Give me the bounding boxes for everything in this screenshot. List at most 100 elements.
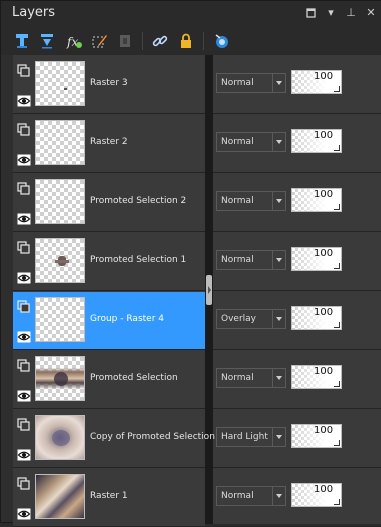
- layer-thumbnail: [35, 238, 85, 283]
- layer-name: Group - Raster 4: [90, 314, 164, 324]
- layers-panel: Layers ▾ ⊥ ✕ fx Raster 3 Normal 100 Rast…: [0, 0, 381, 527]
- visibility-eye-icon[interactable]: [17, 387, 31, 402]
- layer-row[interactable]: Promoted Selection 1: [13, 233, 205, 291]
- chevron-down-icon[interactable]: [272, 192, 285, 210]
- layer-name: Promoted Selection 1: [90, 255, 187, 265]
- opacity-resize-handle[interactable]: [334, 145, 340, 151]
- window-controls: ▾ ⊥ ✕: [304, 6, 378, 20]
- layer-lock-icon[interactable]: [17, 476, 31, 490]
- chevron-down-icon[interactable]: [272, 133, 285, 151]
- visibility-eye-icon[interactable]: [17, 505, 31, 520]
- chevron-down-icon[interactable]: [272, 310, 285, 328]
- chevron-down-icon[interactable]: [272, 428, 285, 446]
- layer-thumbnail: [35, 120, 85, 165]
- layer-row[interactable]: Copy of Promoted Selection: [13, 410, 215, 468]
- visibility-eye-icon[interactable]: [17, 92, 31, 107]
- layer-properties-row: Normal 100: [213, 115, 381, 173]
- layer-row[interactable]: Promoted Selection: [13, 351, 205, 409]
- visibility-eye-icon[interactable]: [17, 151, 31, 166]
- opacity-resize-handle[interactable]: [334, 322, 340, 328]
- link-layers-icon[interactable]: [149, 30, 171, 52]
- layer-row[interactable]: Raster 1: [13, 469, 205, 527]
- panel-title: Layers: [12, 5, 56, 20]
- layer-lock-icon[interactable]: [17, 181, 31, 195]
- opacity-resize-handle[interactable]: [334, 86, 340, 92]
- blend-mode-select[interactable]: Overlay: [216, 309, 286, 329]
- opacity-field[interactable]: 100: [291, 129, 342, 153]
- chevron-down-icon[interactable]: [272, 74, 285, 92]
- layer-row[interactable]: Group - Raster 4: [13, 292, 205, 350]
- layer-lock-icon[interactable]: [17, 417, 31, 431]
- mask-icon[interactable]: [210, 30, 232, 52]
- blend-mode-value: Normal: [221, 255, 254, 265]
- blend-mode-select[interactable]: Normal: [216, 250, 286, 270]
- close-icon[interactable]: ✕: [364, 6, 378, 20]
- new-vector-layer-icon[interactable]: [36, 30, 58, 52]
- opacity-resize-handle[interactable]: [334, 204, 340, 210]
- blend-mode-select[interactable]: Normal: [216, 368, 286, 388]
- layer-thumbnail: [35, 61, 85, 106]
- chevron-down-icon[interactable]: [272, 369, 285, 387]
- visibility-eye-icon[interactable]: [17, 269, 31, 284]
- pin-icon[interactable]: ⊥: [344, 6, 358, 20]
- layer-properties-row: Overlay 100: [213, 292, 381, 350]
- opacity-resize-handle[interactable]: [334, 381, 340, 387]
- layer-thumbnail: [35, 415, 85, 460]
- layer-properties-row: Normal 100: [213, 174, 381, 232]
- chevron-down-icon[interactable]: [272, 251, 285, 269]
- layer-properties-row: Hard Light 100: [213, 410, 381, 468]
- opacity-field[interactable]: 100: [291, 70, 342, 94]
- chevron-down-icon[interactable]: [272, 487, 285, 505]
- opacity-field[interactable]: 100: [291, 247, 342, 271]
- splitter-grip[interactable]: [206, 275, 212, 305]
- blend-mode-value: Normal: [221, 491, 254, 501]
- opacity-resize-handle[interactable]: [334, 499, 340, 505]
- opacity-field[interactable]: 100: [291, 188, 342, 212]
- layer-thumbnail: [35, 474, 85, 519]
- opacity-field[interactable]: 100: [291, 483, 342, 507]
- layer-thumbnail: [35, 179, 85, 224]
- layer-lock-icon[interactable]: [17, 358, 31, 372]
- blend-mode-select[interactable]: Normal: [216, 73, 286, 93]
- layer-properties-row: Normal 100: [213, 56, 381, 114]
- blend-mode-value: Normal: [221, 137, 254, 147]
- visibility-eye-icon[interactable]: [17, 210, 31, 225]
- opacity-value: 100: [314, 71, 334, 82]
- layers-toolbar: fx: [1, 27, 381, 55]
- layer-name: Raster 2: [90, 137, 128, 147]
- visibility-eye-icon[interactable]: [17, 446, 31, 461]
- blend-mode-select[interactable]: Hard Light: [216, 427, 286, 447]
- layer-lock-icon[interactable]: [17, 299, 31, 313]
- opacity-field[interactable]: 100: [291, 365, 342, 389]
- opacity-value: 100: [314, 189, 334, 200]
- opacity-resize-handle[interactable]: [334, 263, 340, 269]
- layer-row[interactable]: Raster 3: [13, 56, 205, 114]
- blend-mode-select[interactable]: Normal: [216, 191, 286, 211]
- opacity-resize-handle[interactable]: [334, 440, 340, 446]
- layer-name: Raster 1: [90, 491, 128, 501]
- blend-mode-select[interactable]: Normal: [216, 132, 286, 152]
- menu-dropdown-icon[interactable]: ▾: [324, 6, 338, 20]
- opacity-field[interactable]: 100: [291, 424, 342, 448]
- layer-lock-icon[interactable]: [17, 240, 31, 254]
- lock-icon[interactable]: [175, 30, 197, 52]
- restore-icon[interactable]: [304, 6, 318, 20]
- opacity-value: 100: [314, 130, 334, 141]
- blend-mode-value: Normal: [221, 78, 254, 88]
- layer-name: Copy of Promoted Selection: [90, 432, 215, 442]
- blend-mode-select[interactable]: Normal: [216, 486, 286, 506]
- layer-lock-icon[interactable]: [17, 122, 31, 136]
- layer-properties-icon[interactable]: fx: [63, 30, 85, 52]
- layer-lock-icon[interactable]: [17, 63, 31, 77]
- layer-row[interactable]: Promoted Selection 2: [13, 174, 205, 232]
- blend-mode-value: Overlay: [221, 314, 256, 324]
- edit-selection-icon[interactable]: [89, 30, 111, 52]
- layer-thumbnail: [35, 356, 85, 401]
- opacity-field[interactable]: 100: [291, 306, 342, 330]
- visibility-eye-icon[interactable]: [17, 328, 31, 343]
- blend-mode-value: Hard Light: [221, 432, 268, 442]
- opacity-value: 100: [314, 366, 334, 377]
- layer-row[interactable]: Raster 2: [13, 115, 205, 173]
- new-raster-layer-icon[interactable]: [11, 30, 33, 52]
- layer-name: Promoted Selection: [90, 373, 178, 383]
